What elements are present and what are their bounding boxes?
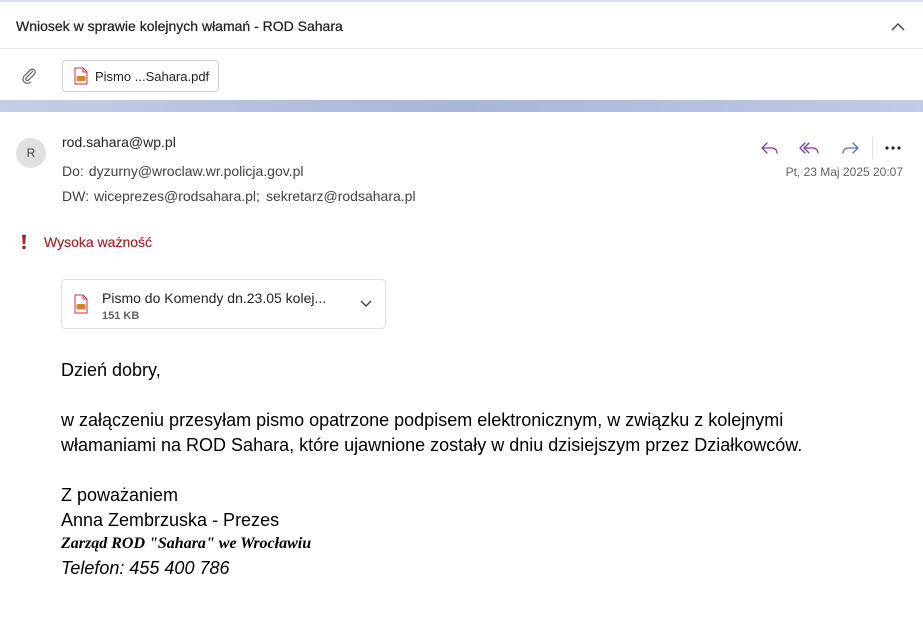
greeting: Dzień dobry, (61, 360, 161, 380)
chevron-down-icon[interactable] (359, 296, 373, 310)
reply-all-icon (799, 142, 819, 154)
attachment-size: 151 KB (102, 310, 140, 322)
recipient-cc[interactable]: sekretarz@rodsahara.pl (266, 188, 416, 204)
message-card: R rod.sahara@wp.pl Do: dyzurny@wroclaw.wr… (0, 112, 923, 635)
chevron-up-icon (891, 23, 905, 31)
recipient-to[interactable]: dyzurny@wroclaw.wr.policja.gov.pl (89, 163, 304, 179)
to-line: Do: dyzurny@wroclaw.wr.policja.gov.pl (62, 163, 304, 179)
thread-divider (0, 48, 923, 49)
sender-address[interactable]: rod.sahara@wp.pl (62, 134, 176, 150)
importance-banner: Wysoka ważność (20, 234, 152, 250)
attachment-chip[interactable]: Pismo ...Sahara.pdf (62, 60, 220, 92)
recipient-cc[interactable]: wiceprezes@rodsahara.pl; (94, 188, 260, 204)
actions-divider (872, 137, 873, 159)
message-actions (758, 136, 905, 160)
closing: Z poważaniem (61, 485, 179, 505)
paperclip-icon (22, 68, 36, 84)
attachment-chip-label: Pismo ...Sahara.pdf (95, 68, 210, 84)
cc-line: DW: wiceprezes@rodsahara.pl; sekretarz@rod… (62, 188, 416, 204)
pdf-file-icon (74, 294, 88, 314)
exclamation-icon (22, 235, 26, 250)
reading-pane-band (0, 100, 923, 112)
reply-button[interactable] (758, 136, 782, 160)
signature-organization: Zarząd ROD "Sahara" we Wrocławiu (61, 535, 312, 552)
reply-all-button[interactable] (798, 136, 822, 160)
attachment-name: Pismo do Komendy dn.23.05 kolej... (102, 290, 327, 306)
signature-name: Anna Zembrzuska - Prezes (61, 510, 280, 530)
body-line: w załączeniu przesyłam pismo opatrzone p… (61, 410, 784, 430)
pdf-file-icon (74, 67, 88, 85)
sender-avatar[interactable]: R (16, 138, 46, 168)
importance-label: Wysoka ważność (44, 234, 153, 250)
message-body: Dzień dobry, w załączeniu przesyłam pism… (61, 358, 901, 581)
more-icon (885, 146, 901, 150)
attachment-card[interactable]: Pismo do Komendy dn.23.05 kolej... 151 K… (61, 279, 386, 329)
cc-label: DW: (62, 188, 89, 204)
to-label: Do: (62, 163, 84, 179)
thread-header: Wniosek w sprawie kolejnych włamań - ROD… (0, 0, 923, 102)
thread-title: Wniosek w sprawie kolejnych włamań - ROD… (16, 18, 343, 34)
message-date: Pt, 23 Maj 2025 20:07 (785, 165, 903, 179)
reply-icon (761, 142, 778, 154)
collapse-thread-button[interactable] (887, 16, 909, 38)
forward-button[interactable] (838, 136, 862, 160)
body-line: włamaniami na ROD Sahara, które ujawnion… (61, 435, 803, 455)
signature-phone: Telefon: 455 400 786 (61, 558, 230, 578)
forward-icon (842, 142, 859, 154)
more-actions-button[interactable] (881, 136, 905, 160)
